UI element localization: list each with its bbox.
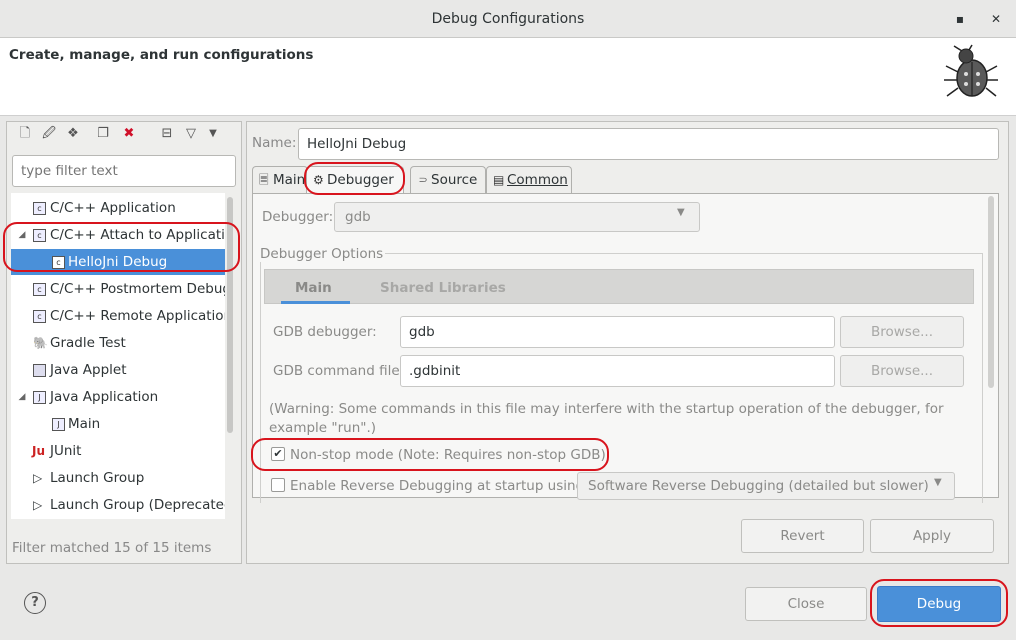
- debugger-options-legend: Debugger Options: [258, 246, 386, 262]
- debugger-select[interactable]: [334, 202, 700, 232]
- chevron-down-icon: ▼: [934, 477, 942, 488]
- c-attach-icon: c: [52, 256, 65, 269]
- new-prototype-icon[interactable]: 🖉: [40, 124, 58, 144]
- tree-item-c-remote[interactable]: c C/C++ Remote Application: [11, 303, 225, 329]
- browse-gdb-command-file-button[interactable]: Browse...: [840, 355, 964, 387]
- debug-button[interactable]: Debug: [877, 586, 1001, 622]
- close-button-window[interactable]: ✕: [987, 10, 1005, 28]
- tab-debugger[interactable]: ⚙ Debugger: [306, 166, 404, 194]
- duplicate-icon[interactable]: ❐: [94, 124, 112, 144]
- tree-item-c-attach[interactable]: ◢ c C/C++ Attach to Application: [11, 222, 225, 248]
- c-app-icon: c: [33, 283, 46, 296]
- delete-icon[interactable]: ✖: [120, 124, 138, 144]
- filter-input[interactable]: [12, 155, 236, 187]
- reverse-debugging-label: Enable Reverse Debugging at startup usin…: [290, 478, 589, 494]
- debugger-tab-scrollbar[interactable]: [987, 196, 995, 392]
- inner-tab-shared-libraries[interactable]: Shared Libraries: [380, 280, 506, 296]
- launch-group-icon: ▷: [33, 498, 43, 512]
- bug-icon: [944, 44, 998, 97]
- help-icon[interactable]: ?: [24, 592, 46, 614]
- inner-tab-main-indicator: [281, 301, 350, 304]
- tree-item-c-app[interactable]: c C/C++ Application: [11, 195, 225, 221]
- window-title: Debug Configurations: [431, 11, 585, 27]
- tree-item-c-postmortem[interactable]: c C/C++ Postmortem Debugger: [11, 276, 225, 302]
- tree-item-label: Java Application: [50, 389, 159, 405]
- source-icon: ⸧: [417, 173, 430, 187]
- tree-item-label: Launch Group (Deprecated): [50, 497, 225, 513]
- reverse-debugging-select-value: Software Reverse Debugging (detailed but…: [588, 478, 929, 494]
- name-label: Name:: [252, 135, 297, 151]
- inner-tab-main[interactable]: Main: [295, 280, 332, 296]
- collapse-all-icon[interactable]: ⊟: [158, 124, 176, 144]
- tree-item-label: HelloJni Debug: [68, 254, 168, 270]
- tab-label: Common: [507, 172, 568, 188]
- tree-item-label: C/C++ Application: [50, 200, 176, 216]
- tree-item-launch-group[interactable]: ▷ Launch Group: [11, 465, 225, 491]
- reverse-debugging-checkbox[interactable]: [271, 478, 285, 492]
- new-config-icon[interactable]: 🗋: [16, 124, 34, 144]
- tree-item-label: C/C++ Attach to Application: [50, 227, 225, 243]
- tree-item-label: C/C++ Remote Application: [50, 308, 225, 324]
- tab-label: Debugger: [327, 172, 394, 188]
- tree-scrollbar[interactable]: [226, 193, 234, 519]
- tree-item-label: Gradle Test: [50, 335, 126, 351]
- gdb-debugger-label: GDB debugger:: [273, 324, 377, 340]
- tree-item-label: C/C++ Postmortem Debugger: [50, 281, 225, 297]
- chevron-down-icon: ▼: [677, 207, 685, 218]
- expand-arrow-icon[interactable]: ◢: [16, 222, 28, 248]
- tree-item-java-app[interactable]: ◢ J Java Application: [11, 384, 225, 410]
- name-input[interactable]: [298, 128, 999, 160]
- tree-item-label: Launch Group: [50, 470, 145, 486]
- configuration-tree: c C/C++ Application ◢ c C/C++ Attach to …: [11, 193, 225, 519]
- nonstop-mode-label: Non-stop mode (Note: Requires non-stop G…: [290, 447, 606, 463]
- tab-label: Main: [273, 172, 306, 188]
- export-icon[interactable]: ❖: [64, 124, 82, 144]
- tab-common[interactable]: ▤ Common: [486, 166, 572, 193]
- gdb-debugger-input[interactable]: gdb: [400, 316, 835, 348]
- tree-item-junit[interactable]: Ju JUnit: [11, 438, 225, 464]
- view-menu-icon[interactable]: ▼: [204, 124, 222, 144]
- launch-group-icon: ▷: [33, 471, 43, 485]
- main-tab-icon: 🗏: [259, 173, 269, 187]
- revert-button[interactable]: Revert: [741, 519, 864, 553]
- debugger-select-value: gdb: [345, 209, 371, 225]
- c-app-icon: c: [33, 310, 46, 323]
- filter-status: Filter matched 15 of 15 items: [12, 540, 212, 556]
- c-attach-icon: c: [33, 229, 46, 242]
- java-applet-icon: [33, 364, 46, 377]
- nonstop-mode-checkbox[interactable]: ✔: [271, 447, 285, 461]
- tree-item-java-applet[interactable]: Java Applet: [11, 357, 225, 383]
- browse-gdb-debugger-button[interactable]: Browse...: [840, 316, 964, 348]
- tab-label: Source: [431, 172, 478, 188]
- gradle-icon: 🐘: [33, 336, 48, 350]
- tree-item-launch-group-deprecated[interactable]: ▷ Launch Group (Deprecated): [11, 492, 225, 518]
- filter-icon[interactable]: ▽: [182, 124, 200, 144]
- debugger-options-tabs: [264, 269, 974, 304]
- tree-item-label: Java Applet: [50, 362, 127, 378]
- debugger-label: Debugger:: [262, 209, 334, 225]
- apply-button[interactable]: Apply: [870, 519, 994, 553]
- java-app-icon: J: [52, 418, 65, 431]
- tree-item-label: JUnit: [50, 443, 82, 459]
- minimize-button[interactable]: ▪: [951, 10, 969, 28]
- tree-item-main[interactable]: J Main: [11, 411, 225, 437]
- c-app-icon: c: [33, 202, 46, 215]
- tree-item-gradle-test[interactable]: 🐘 Gradle Test: [11, 330, 225, 356]
- tree-item-label: Main: [68, 416, 101, 432]
- tree-item-hellojni-debug[interactable]: c HelloJni Debug: [11, 249, 225, 275]
- gdb-command-file-label: GDB command file:: [273, 363, 405, 379]
- close-button[interactable]: Close: [745, 587, 867, 621]
- java-app-icon: J: [33, 391, 46, 404]
- expand-arrow-icon[interactable]: ◢: [16, 384, 28, 410]
- bug-icon: ⚙: [313, 173, 324, 187]
- common-icon: ▤: [493, 173, 505, 187]
- junit-icon: Ju: [32, 444, 46, 458]
- tab-source[interactable]: ⸧ Source: [410, 166, 486, 193]
- tab-main[interactable]: 🗏 Main: [252, 166, 308, 193]
- gdb-command-file-input[interactable]: .gdbinit: [400, 355, 835, 387]
- header-text: Create, manage, and run configurations: [9, 47, 314, 63]
- gdbinit-warning: (Warning: Some commands in this file may…: [269, 401, 944, 436]
